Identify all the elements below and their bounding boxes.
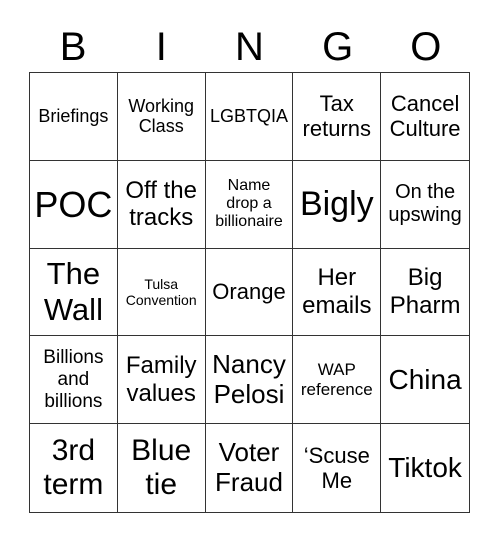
bingo-cell[interactable]: Tiktok — [381, 424, 469, 512]
cell-text: Voter Fraud — [215, 437, 283, 498]
bingo-cell[interactable]: China — [381, 336, 469, 425]
bingo-cell[interactable]: LGBTQIA — [205, 73, 294, 161]
bingo-cell[interactable]: The Wall — [30, 248, 118, 337]
cell-text: Blue tie — [131, 433, 192, 502]
bingo-cell[interactable]: Name drop a billionaire — [205, 160, 294, 249]
cell-text: Big Pharm — [389, 264, 461, 319]
cell-text: Tulsa Convention — [125, 275, 197, 308]
cell-text: Off the tracks — [125, 176, 197, 232]
bingo-cell[interactable]: POC — [30, 160, 118, 249]
cell-text: China — [388, 363, 462, 395]
cell-text: Tiktok — [388, 452, 462, 483]
cell-text: Name drop a billionaire — [215, 176, 283, 231]
header-letter-o: O — [410, 25, 442, 69]
bingo-cell[interactable]: Tax returns — [293, 73, 382, 161]
header-letter-n: N — [235, 25, 264, 69]
bingo-cell[interactable]: Bigly — [293, 160, 382, 249]
bingo-cell[interactable]: Orange — [205, 248, 294, 337]
cell-text: POC — [34, 183, 113, 225]
bingo-cell[interactable]: Billions and billions — [30, 336, 118, 425]
cell-text: Tax returns — [302, 91, 372, 142]
bingo-card: Briefings Working Class LGBTQIA Tax retu… — [29, 72, 470, 513]
cell-text: Billions and billions — [43, 347, 104, 412]
bingo-cell[interactable]: Big Pharm — [381, 249, 469, 337]
cell-text: The Wall — [43, 256, 103, 327]
cell-text: LGBTQIA — [209, 106, 288, 127]
bingo-cell[interactable]: ‘Scuse Me — [293, 424, 382, 512]
bingo-cell[interactable]: Cancel Culture — [381, 73, 469, 161]
header-letter-g: G — [322, 25, 354, 69]
cell-text: Bigly — [299, 184, 374, 223]
bingo-cell[interactable]: Working Class — [117, 73, 206, 161]
cell-text: Family values — [125, 352, 197, 407]
cell-text: Her emails — [302, 264, 372, 319]
bingo-cell[interactable]: Briefings — [30, 73, 118, 161]
cell-text: Orange — [212, 279, 286, 305]
cell-text: ‘Scuse Me — [303, 442, 370, 494]
bingo-cell[interactable]: Tulsa Convention — [117, 248, 206, 337]
cell-text: Cancel Culture — [389, 91, 461, 142]
bingo-cell[interactable]: WAP reference — [293, 336, 382, 425]
cell-text: WAP reference — [300, 360, 373, 399]
bingo-cell[interactable]: On the upswing — [381, 161, 469, 249]
bingo-cell[interactable]: 3rd term — [30, 424, 118, 512]
bingo-cell[interactable]: Family values — [117, 336, 206, 425]
header-letter-b: B — [59, 25, 87, 69]
cell-text: Working Class — [128, 95, 195, 137]
cell-text: On the upswing — [388, 181, 462, 227]
cell-text: Nancy Pelosi — [212, 348, 286, 409]
bingo-cell[interactable]: Nancy Pelosi — [205, 336, 294, 425]
bingo-cell[interactable]: Her emails — [293, 248, 382, 337]
bingo-header: B I N G O — [29, 22, 470, 72]
bingo-cell[interactable]: Voter Fraud — [206, 424, 294, 512]
cell-text: Briefings — [38, 106, 109, 127]
bingo-cell[interactable]: Off the tracks — [117, 160, 206, 249]
bingo-cell[interactable]: Blue tie — [118, 424, 206, 512]
header-letter-i: I — [155, 25, 167, 69]
cell-text: 3rd term — [43, 433, 104, 502]
